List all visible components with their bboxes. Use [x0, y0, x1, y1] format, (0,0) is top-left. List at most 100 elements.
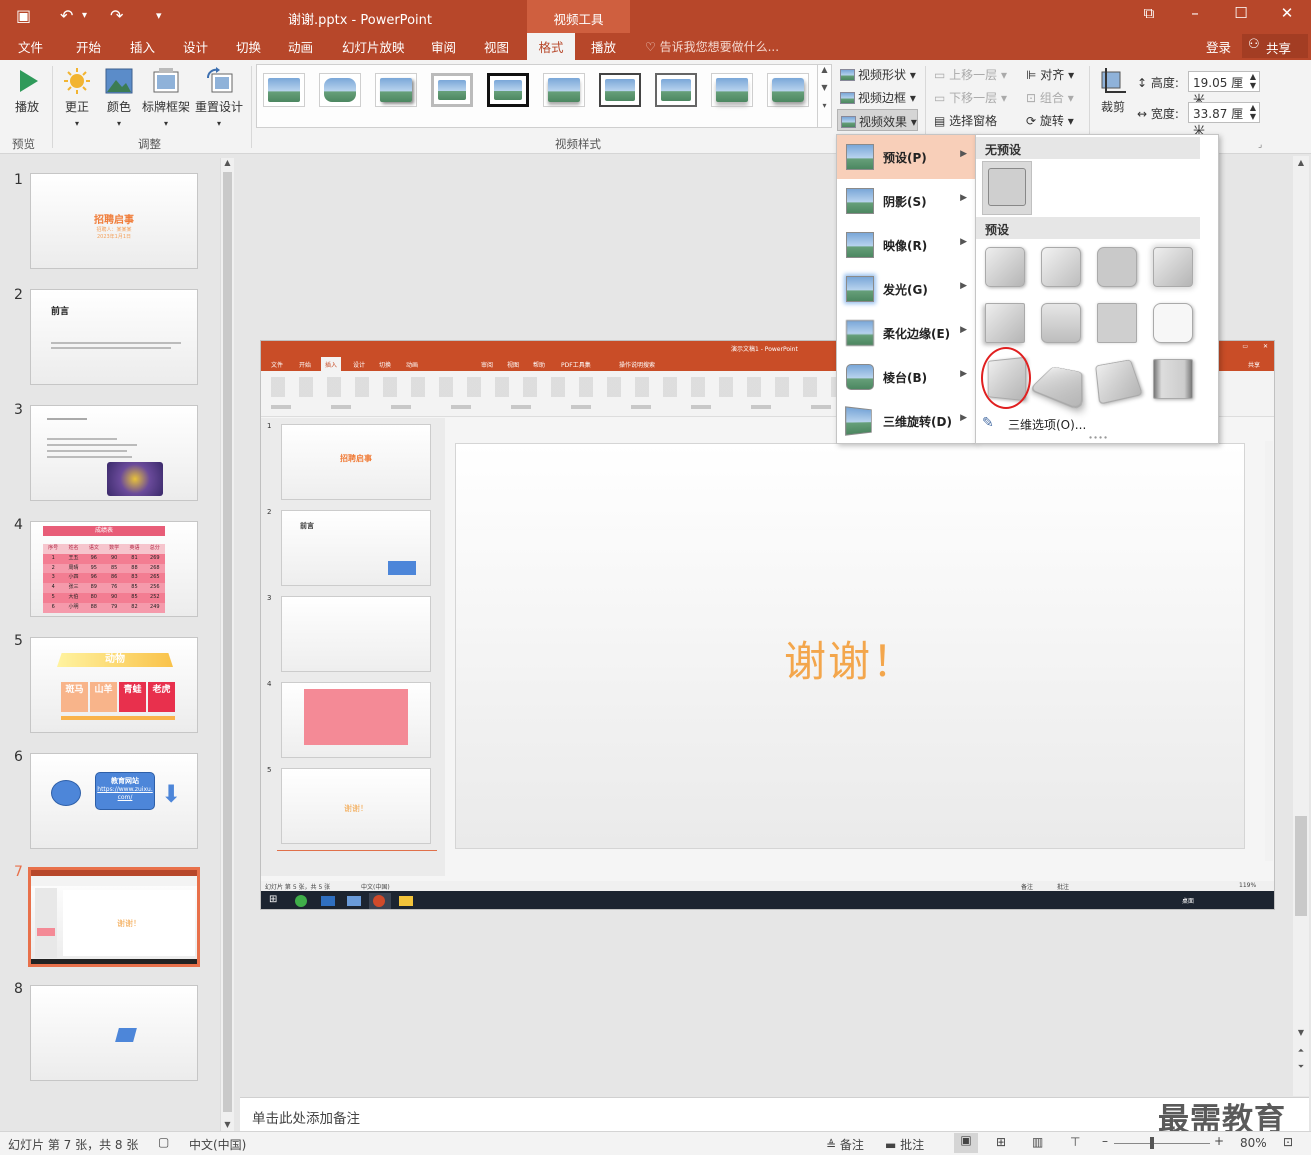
3d-options-item[interactable]: 三维选项(O)...: [1008, 416, 1086, 433]
redo-icon[interactable]: ↷: [110, 6, 123, 25]
color-button[interactable]: 颜色 ▾: [102, 66, 136, 129]
video-style-thumb[interactable]: [375, 73, 417, 107]
video-style-thumb[interactable]: [767, 73, 809, 107]
tab-file[interactable]: 文件: [18, 37, 43, 56]
width-input[interactable]: 33.87 厘米 ▲ ▼: [1188, 102, 1260, 138]
height-input[interactable]: 19.05 厘米 ▲ ▼: [1188, 71, 1260, 107]
rotate-button[interactable]: ⟳ 旋转 ▾: [1026, 112, 1074, 129]
video-style-thumb[interactable]: [711, 73, 753, 107]
zoom-slider-thumb[interactable]: [1150, 1137, 1154, 1149]
scroll-down-arrow[interactable]: ▼: [221, 1120, 234, 1129]
resize-grip[interactable]: ∙∙∙∙: [1088, 433, 1108, 442]
zoom-in-button[interactable]: +: [1214, 1134, 1224, 1148]
normal-view-icon[interactable]: ▣: [954, 1133, 978, 1153]
menu-item-reflection[interactable]: 映像(R) ▶: [837, 223, 975, 267]
video-style-thumb[interactable]: [655, 73, 697, 107]
preset-option[interactable]: [1041, 303, 1081, 343]
preset-option[interactable]: [1041, 247, 1081, 287]
tab-view[interactable]: 视图: [484, 37, 509, 56]
tab-insert[interactable]: 插入: [130, 37, 155, 56]
tab-transitions[interactable]: 切换: [236, 37, 261, 56]
preset-option[interactable]: [985, 303, 1025, 343]
group-objects-button[interactable]: ⊡ 组合 ▾: [1026, 89, 1074, 106]
video-style-thumb[interactable]: [599, 73, 641, 107]
slide-sorter-icon[interactable]: ⊞: [996, 1135, 1006, 1149]
minimize-button[interactable]: –: [1180, 4, 1210, 22]
video-style-thumb[interactable]: [543, 73, 585, 107]
play-button[interactable]: 播放: [10, 66, 44, 115]
video-effects-button[interactable]: 视频效果 ▾: [837, 109, 918, 131]
spell-check-icon[interactable]: ▢: [158, 1135, 169, 1149]
menu-item-bevel[interactable]: 棱台(B) ▶: [837, 355, 975, 399]
ribbon-display-icon[interactable]: ⧉: [1134, 4, 1164, 22]
corrections-button[interactable]: 更正 ▾: [60, 66, 94, 129]
slide-thumb-3[interactable]: [30, 405, 198, 501]
slide-thumb-5[interactable]: 动物 斑马 山羊 青蛙 老虎: [30, 637, 198, 733]
menu-item-shadow[interactable]: 阴影(S) ▶: [837, 179, 975, 223]
video-style-thumb[interactable]: [263, 73, 305, 107]
menu-item-preset[interactable]: 预设(P) ▶: [837, 135, 975, 179]
bring-forward-button[interactable]: ▭ 上移一层 ▾: [934, 66, 1007, 83]
preset-option[interactable]: [1097, 303, 1137, 343]
reading-view-icon[interactable]: ▥: [1032, 1135, 1043, 1149]
size-dialog-launcher-icon[interactable]: ⌟: [1258, 140, 1262, 150]
video-style-thumb[interactable]: [431, 73, 473, 107]
sign-in-link[interactable]: 登录: [1206, 37, 1231, 56]
previous-slide-arrow[interactable]: ⏶: [1293, 1046, 1309, 1056]
tab-design[interactable]: 设计: [183, 37, 208, 56]
poster-frame-button[interactable]: 标牌框架 ▾: [140, 66, 192, 129]
menu-item-soft-edges[interactable]: 柔化边缘(E) ▶: [837, 311, 975, 355]
slide-thumb-4[interactable]: 成绩表 序号 姓名 语文 数学 英语 总分 1 王五 96 90 81 269 2 周晴 95 85 88 268…: [30, 521, 198, 617]
slideshow-view-icon[interactable]: ⊤: [1070, 1135, 1080, 1149]
comments-toggle[interactable]: ▬ 批注: [885, 1136, 924, 1153]
crop-button[interactable]: 裁剪: [1096, 66, 1130, 115]
slide-thumb-2[interactable]: 前言: [30, 289, 198, 385]
menu-item-3d-rotation[interactable]: 三维旋转(D) ▶: [837, 399, 975, 443]
maximize-button[interactable]: ☐: [1226, 4, 1256, 22]
tab-slideshow[interactable]: 幻灯片放映: [342, 37, 405, 56]
share-button[interactable]: ⚇ 共享: [1242, 34, 1308, 58]
selection-pane-button[interactable]: ▤ 选择窗格: [934, 112, 997, 129]
close-button[interactable]: ✕: [1272, 4, 1302, 22]
notes-pane[interactable]: 单击此处添加备注: [240, 1097, 1309, 1131]
scroll-down-arrow[interactable]: ▼: [1293, 1028, 1309, 1037]
zoom-out-button[interactable]: –: [1102, 1134, 1108, 1148]
video-style-thumb[interactable]: [319, 73, 361, 107]
tell-me-box[interactable]: ♡ 告诉我您想要做什么...: [645, 38, 779, 55]
video-border-button[interactable]: 视频边框 ▾: [840, 89, 916, 106]
undo-dropdown-icon[interactable]: ▾: [82, 10, 87, 21]
scroll-thumb[interactable]: [223, 172, 232, 1112]
scroll-thumb[interactable]: [1295, 816, 1307, 916]
website-link[interactable]: https://www.zuixu.com/: [96, 786, 154, 802]
preset-option[interactable]: [1097, 247, 1137, 287]
zoom-slider[interactable]: [1114, 1143, 1210, 1144]
undo-icon[interactable]: ↶: [60, 6, 73, 25]
align-button[interactable]: ⊫ 对齐 ▾: [1026, 66, 1074, 83]
preset-option[interactable]: [1153, 303, 1193, 343]
slide-thumb-8[interactable]: [30, 985, 198, 1081]
scroll-up-arrow[interactable]: ▲: [221, 158, 234, 167]
reset-design-button[interactable]: 重置设计 ▾: [193, 66, 245, 129]
preset-option[interactable]: [985, 247, 1025, 287]
preset-option[interactable]: [1153, 247, 1193, 287]
language-indicator[interactable]: 中文(中国): [189, 1136, 246, 1153]
send-backward-button[interactable]: ▭ 下移一层 ▾: [934, 89, 1007, 106]
next-slide-arrow[interactable]: ⏷: [1293, 1062, 1309, 1072]
fit-slide-icon[interactable]: ⊡: [1283, 1135, 1293, 1149]
notes-toggle[interactable]: ≜ 备注: [826, 1136, 864, 1153]
slide-thumb-7[interactable]: 谢谢！: [28, 867, 200, 967]
tab-animations[interactable]: 动画: [288, 37, 313, 56]
no-preset-option[interactable]: [982, 161, 1032, 215]
zoom-level[interactable]: 80%: [1240, 1136, 1267, 1150]
video-style-thumb[interactable]: [487, 73, 529, 107]
canvas-scrollbar[interactable]: ▲ ▼ ⏶ ⏷: [1293, 156, 1309, 1096]
tab-review[interactable]: 审阅: [431, 37, 456, 56]
preset-option[interactable]: [1153, 359, 1193, 399]
customize-toolbar-icon[interactable]: ▾: [156, 9, 162, 22]
thumbnail-scrollbar[interactable]: ▲ ▼: [220, 158, 234, 1131]
tab-format[interactable]: 格式: [527, 33, 575, 60]
slide-thumb-1[interactable]: 招聘启事 招聘人：某某某 2023年1月1日: [30, 173, 198, 269]
preset-option[interactable]: [1028, 366, 1083, 413]
menu-item-glow[interactable]: 发光(G) ▶: [837, 267, 975, 311]
scroll-up-arrow[interactable]: ▲: [1293, 158, 1309, 167]
